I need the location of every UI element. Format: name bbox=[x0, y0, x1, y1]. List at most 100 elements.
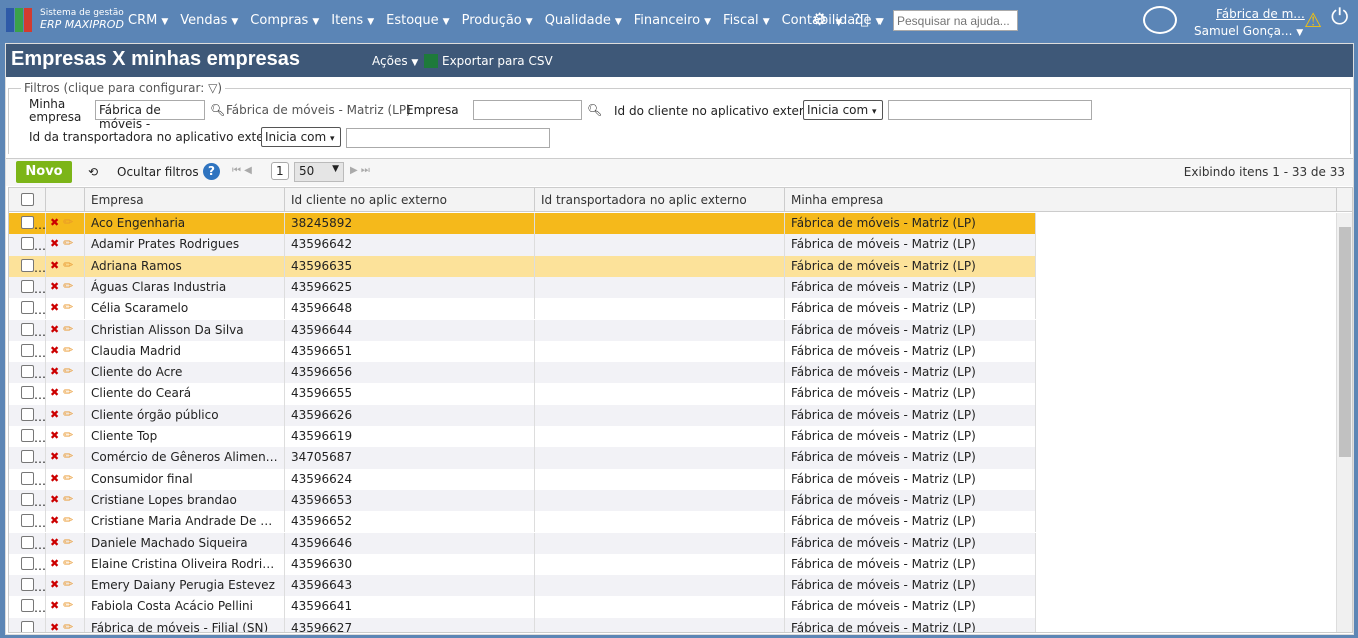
edit-icon[interactable]: ✏ bbox=[63, 556, 73, 570]
table-row[interactable]: ✖ ✏ Emery Daiany Perugia Estevez 43596643 F… bbox=[9, 575, 1036, 597]
refresh-icon[interactable]: ⟲ bbox=[88, 165, 98, 179]
delete-icon[interactable]: ✖ bbox=[50, 621, 59, 632]
help-icon[interactable]: ?⃝ ▼ bbox=[853, 12, 884, 28]
table-row[interactable]: ✖ ✏ Claudia Madrid 43596651 Fábrica de móve… bbox=[9, 340, 1036, 363]
delete-icon[interactable]: ✖ bbox=[50, 216, 59, 229]
row-checkbox[interactable] bbox=[9, 489, 46, 512]
row-checkbox[interactable] bbox=[9, 426, 46, 448]
chat-icon[interactable] bbox=[1143, 6, 1177, 34]
table-row[interactable]: ✖ ✏ Daniele Machado Siqueira 43596646 Fábri… bbox=[9, 532, 1036, 554]
delete-icon[interactable]: ✖ bbox=[50, 450, 59, 463]
page-size-select[interactable]: 50 ▼ bbox=[294, 162, 344, 182]
table-row[interactable]: ✖ ✏ Adamir Prates Rodrigues 43596642 Fábric… bbox=[9, 234, 1036, 256]
delete-icon[interactable]: ✖ bbox=[50, 386, 59, 399]
column-minha-empresa[interactable]: Minha empresa bbox=[785, 188, 1337, 212]
table-row[interactable]: ✖ ✏ Fabiola Costa Acácio Pellini 43596641 F… bbox=[9, 596, 1036, 618]
table-row[interactable]: ✖ ✏ Fábrica de móveis - Filial (SN) 435966… bbox=[9, 617, 1036, 632]
help-icon[interactable]: ? bbox=[203, 163, 220, 180]
edit-icon[interactable]: ✏ bbox=[63, 279, 73, 293]
table-row[interactable]: ✖ ✏ Célia Scaramelo 43596648 Fábrica de móv… bbox=[9, 298, 1036, 320]
delete-icon[interactable]: ✖ bbox=[50, 429, 59, 442]
delete-icon[interactable]: ✖ bbox=[50, 301, 59, 314]
row-checkbox[interactable] bbox=[9, 276, 46, 299]
first-page-icon[interactable]: ⏮ ◀ bbox=[232, 165, 252, 176]
table-row[interactable]: ✖ ✏ Águas Claras Industria 43596625 Fábrica… bbox=[9, 276, 1036, 299]
row-checkbox[interactable] bbox=[9, 213, 46, 235]
edit-icon[interactable]: ✏ bbox=[63, 513, 73, 527]
edit-icon[interactable]: ✏ bbox=[63, 407, 73, 421]
menu-item-crm[interactable]: CRM ▼ bbox=[128, 13, 168, 28]
table-row[interactable]: ✖ ✏ Christian Alisson Da Silva 43596644 Fáb… bbox=[9, 319, 1036, 341]
scrollbar-thumb[interactable] bbox=[1339, 227, 1351, 457]
id-transp-input[interactable] bbox=[346, 128, 550, 148]
row-checkbox[interactable] bbox=[9, 575, 46, 597]
delete-icon[interactable]: ✖ bbox=[50, 557, 59, 570]
edit-icon[interactable]: ✏ bbox=[63, 236, 73, 250]
edit-icon[interactable]: ✏ bbox=[63, 449, 73, 463]
row-checkbox[interactable] bbox=[9, 553, 46, 576]
id-cliente-input[interactable] bbox=[888, 100, 1092, 120]
minha-empresa-search-icon[interactable]: 🔍︎ bbox=[210, 103, 225, 117]
menu-item-fiscal[interactable]: Fiscal ▼ bbox=[723, 13, 770, 28]
company-link[interactable]: Fábrica de m... bbox=[1216, 7, 1305, 21]
row-checkbox[interactable] bbox=[9, 511, 46, 533]
filter-icon[interactable]: ▽ bbox=[208, 81, 217, 95]
edit-icon[interactable]: ✏ bbox=[63, 258, 73, 272]
row-checkbox[interactable] bbox=[9, 383, 46, 405]
table-row[interactable]: ✖ ✏ Aco Engenharia 38245892 Fábrica de móve… bbox=[9, 213, 1036, 235]
edit-icon[interactable]: ✏ bbox=[63, 343, 73, 357]
menu-item-compras[interactable]: Compras ▼ bbox=[250, 13, 319, 28]
id-cliente-operator-select[interactable]: Inicia com ▾ bbox=[803, 100, 883, 120]
user-menu[interactable]: Samuel Gonça... ▼ bbox=[1194, 24, 1303, 38]
menu-item-qualidade[interactable]: Qualidade ▼ bbox=[545, 13, 622, 28]
delete-icon[interactable]: ✖ bbox=[50, 344, 59, 357]
edit-icon[interactable]: ✏ bbox=[63, 620, 73, 632]
export-csv-button[interactable]: Exportar para CSV bbox=[424, 54, 553, 68]
empresa-search-icon[interactable]: 🔍︎ bbox=[587, 103, 602, 117]
row-checkbox[interactable] bbox=[9, 447, 46, 469]
row-checkbox[interactable] bbox=[9, 234, 46, 256]
edit-icon[interactable]: ✏ bbox=[63, 322, 73, 336]
edit-icon[interactable]: ✏ bbox=[63, 492, 73, 506]
row-checkbox[interactable] bbox=[9, 255, 46, 277]
table-row[interactable]: ✖ ✏ Cliente Top 43596619 Fábrica de móveis … bbox=[9, 426, 1036, 448]
delete-icon[interactable]: ✖ bbox=[50, 323, 59, 336]
select-all-checkbox[interactable] bbox=[9, 188, 46, 212]
delete-icon[interactable]: ✖ bbox=[50, 280, 59, 293]
edit-icon[interactable]: ✏ bbox=[63, 598, 73, 612]
column-empresa[interactable]: Empresa bbox=[85, 188, 285, 212]
delete-icon[interactable]: ✖ bbox=[50, 578, 59, 591]
row-checkbox[interactable] bbox=[9, 468, 46, 490]
next-page-icon[interactable]: ▶ ⏭ bbox=[350, 165, 370, 176]
edit-icon[interactable]: ✏ bbox=[63, 385, 73, 399]
table-row[interactable]: ✖ ✏ Adriana Ramos 43596635 Fábrica de móvei… bbox=[9, 255, 1036, 277]
edit-icon[interactable]: ✏ bbox=[63, 577, 73, 591]
table-row[interactable]: ✖ ✏ Cristiane Maria Andrade De Santana435… bbox=[9, 511, 1036, 533]
menu-item-vendas[interactable]: Vendas ▼ bbox=[180, 13, 238, 28]
delete-icon[interactable]: ✖ bbox=[50, 408, 59, 421]
edit-icon[interactable]: ✏ bbox=[63, 300, 73, 314]
table-row[interactable]: ✖ ✏ Cliente do Ceará 43596655 Fábrica de mó… bbox=[9, 383, 1036, 405]
menu-item-produção[interactable]: Produção ▼ bbox=[462, 13, 533, 28]
row-checkbox[interactable] bbox=[9, 319, 46, 341]
new-button[interactable]: Novo bbox=[16, 161, 72, 183]
settings-icon[interactable]: ⚙ ▼ bbox=[812, 10, 842, 30]
hide-filters-button[interactable]: Ocultar filtros bbox=[117, 165, 199, 179]
row-checkbox[interactable] bbox=[9, 596, 46, 618]
menu-item-estoque[interactable]: Estoque ▼ bbox=[386, 13, 449, 28]
id-transp-operator-select[interactable]: Inicia com ▾ bbox=[261, 127, 341, 147]
empresa-input[interactable] bbox=[473, 100, 582, 120]
row-checkbox[interactable] bbox=[9, 340, 46, 363]
column-id-cliente[interactable]: Id cliente no aplic externo bbox=[285, 188, 535, 212]
table-row[interactable]: ✖ ✏ Elaine Cristina Oliveira Rodrigues 435… bbox=[9, 553, 1036, 576]
delete-icon[interactable]: ✖ bbox=[50, 365, 59, 378]
delete-icon[interactable]: ✖ bbox=[50, 514, 59, 527]
row-checkbox[interactable] bbox=[9, 617, 46, 632]
help-search-input[interactable] bbox=[893, 10, 1018, 31]
minha-empresa-input[interactable]: Fábrica de móveis - bbox=[95, 100, 205, 131]
table-row[interactable]: ✖ ✏ Consumidor final 43596624 Fábrica de mó… bbox=[9, 468, 1036, 490]
row-checkbox[interactable] bbox=[9, 532, 46, 554]
edit-icon[interactable]: ✏ bbox=[63, 471, 73, 485]
page-number[interactable]: 1 bbox=[271, 162, 289, 180]
delete-icon[interactable]: ✖ bbox=[50, 259, 59, 272]
